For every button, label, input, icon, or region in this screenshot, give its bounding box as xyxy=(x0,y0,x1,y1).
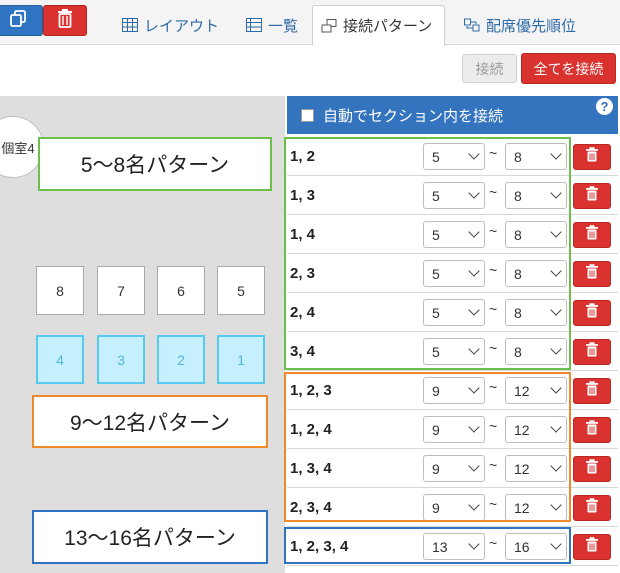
tab-label: 一覧 xyxy=(268,17,299,35)
seat-5[interactable]: 5 xyxy=(217,266,265,315)
auto-connect-label: 自動でセクション内を接続 xyxy=(323,107,504,125)
tab-list[interactable]: 一覧 xyxy=(238,5,306,45)
delete-pattern-button[interactable] xyxy=(573,183,611,209)
grid-icon xyxy=(122,18,138,32)
delete-button[interactable] xyxy=(43,5,87,36)
trash-icon xyxy=(585,264,599,284)
help-icon[interactable]: ? xyxy=(596,98,613,115)
group-outline-9-12 xyxy=(284,372,571,522)
connect-button[interactable]: 接続 xyxy=(462,54,517,83)
trash-icon xyxy=(585,381,599,401)
delete-pattern-button[interactable] xyxy=(573,378,611,404)
tab-label: 配席優先順位 xyxy=(486,17,577,35)
priority-icon xyxy=(464,18,480,32)
copy-button[interactable] xyxy=(0,5,43,36)
delete-pattern-button[interactable] xyxy=(573,222,611,248)
group-outline-13-16 xyxy=(284,527,571,564)
delete-pattern-button[interactable] xyxy=(573,495,611,521)
trash-icon xyxy=(585,303,599,323)
delete-pattern-button[interactable] xyxy=(573,417,611,443)
connect-icon xyxy=(321,18,337,33)
annotation-9-12: 9〜12名パターン xyxy=(32,395,268,448)
seat-7[interactable]: 7 xyxy=(97,266,145,315)
auto-connect-header: 自動でセクション内を接続 xyxy=(287,96,618,134)
seat-2[interactable]: 2 xyxy=(157,335,205,384)
tab-connection-pattern[interactable]: 接続パターン xyxy=(312,5,445,46)
tab-label: レイアウト xyxy=(144,17,220,35)
auto-connect-checkbox[interactable] xyxy=(301,108,314,122)
tab-label: 接続パターン xyxy=(343,18,433,35)
seat-6[interactable]: 6 xyxy=(157,266,205,315)
trash-icon xyxy=(585,459,599,479)
trash-icon xyxy=(585,186,599,206)
trash-icon xyxy=(585,342,599,362)
tab-bar: レイアウト 一覧 接続パターン 配席優先順位 xyxy=(0,0,620,46)
delete-pattern-button[interactable] xyxy=(573,456,611,482)
trash-icon xyxy=(585,537,599,557)
trash-icon xyxy=(585,147,599,167)
trash-icon xyxy=(585,498,599,518)
group-outline-5-8 xyxy=(284,137,571,370)
list-icon xyxy=(246,18,262,32)
delete-pattern-button[interactable] xyxy=(573,261,611,287)
delete-pattern-button[interactable] xyxy=(573,339,611,365)
seat-4[interactable]: 4 xyxy=(36,335,84,384)
delete-pattern-button[interactable] xyxy=(573,144,611,170)
tab-seat-priority[interactable]: 配席優先順位 xyxy=(456,5,584,45)
annotation-13-16: 13〜16名パターン xyxy=(32,510,268,564)
seat-3[interactable]: 3 xyxy=(97,335,145,384)
trash-icon xyxy=(585,225,599,245)
seat-1[interactable]: 1 xyxy=(217,335,265,384)
delete-pattern-button[interactable] xyxy=(573,300,611,326)
tab-layout[interactable]: レイアウト xyxy=(114,5,227,45)
trash-icon xyxy=(56,8,74,33)
trash-icon xyxy=(585,420,599,440)
connect-all-button[interactable]: 全てを接続 xyxy=(521,53,616,84)
seat-8[interactable]: 8 xyxy=(36,266,84,315)
copy-icon xyxy=(8,8,28,33)
delete-pattern-button[interactable] xyxy=(573,534,611,560)
annotation-5-8: 5〜8名パターン xyxy=(38,137,272,191)
